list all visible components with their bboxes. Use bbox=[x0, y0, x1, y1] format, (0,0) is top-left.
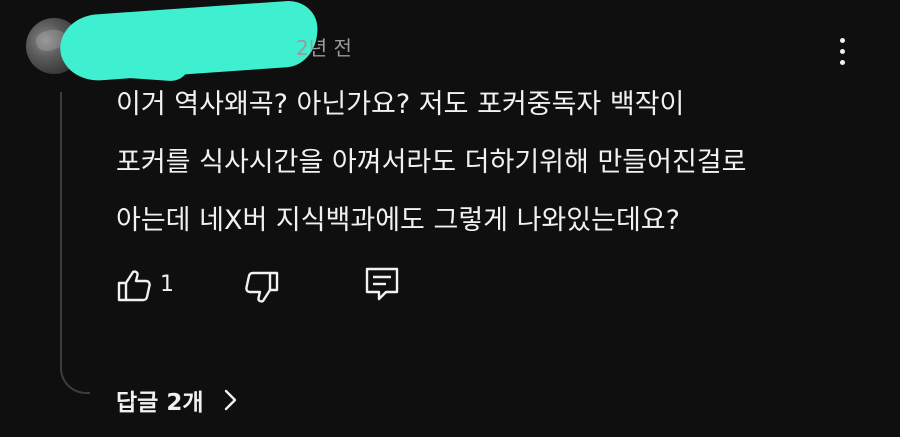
comment-text-line: 아는데 네X버 지식백과에도 그렇게 나와있는데요? bbox=[116, 205, 680, 236]
replies-label: 답글 2개 bbox=[116, 390, 204, 416]
thumbs-up-icon bbox=[117, 270, 151, 302]
more-actions-button[interactable] bbox=[828, 30, 858, 74]
dislike-button[interactable] bbox=[244, 270, 280, 306]
timestamp[interactable]: 2년 전 bbox=[296, 32, 352, 61]
reply-button[interactable] bbox=[364, 266, 400, 302]
like-button[interactable] bbox=[116, 268, 152, 304]
more-vertical-icon bbox=[840, 60, 845, 65]
thumbs-down-icon bbox=[245, 271, 279, 303]
view-replies-button[interactable]: 답글 2개 bbox=[116, 380, 240, 420]
comment-text-line: 이거 역사왜곡? 아닌가요? 저도 포커중독자 백작이 bbox=[116, 89, 685, 120]
like-count: 1 bbox=[160, 272, 174, 297]
comment-text-line: 포커를 식사시간을 아껴서라도 더하기위해 만들어진걸로 bbox=[116, 147, 747, 178]
more-vertical-icon bbox=[840, 38, 845, 43]
comment-body: 이거 역사왜곡? 아닌가요? 저도 포커중독자 백작이 포커를 식사시간을 아껴… bbox=[116, 76, 836, 250]
thread-connector-line bbox=[60, 92, 90, 394]
chevron-right-icon bbox=[224, 389, 236, 411]
reply-comment-icon bbox=[365, 267, 399, 301]
more-vertical-icon bbox=[840, 49, 845, 54]
